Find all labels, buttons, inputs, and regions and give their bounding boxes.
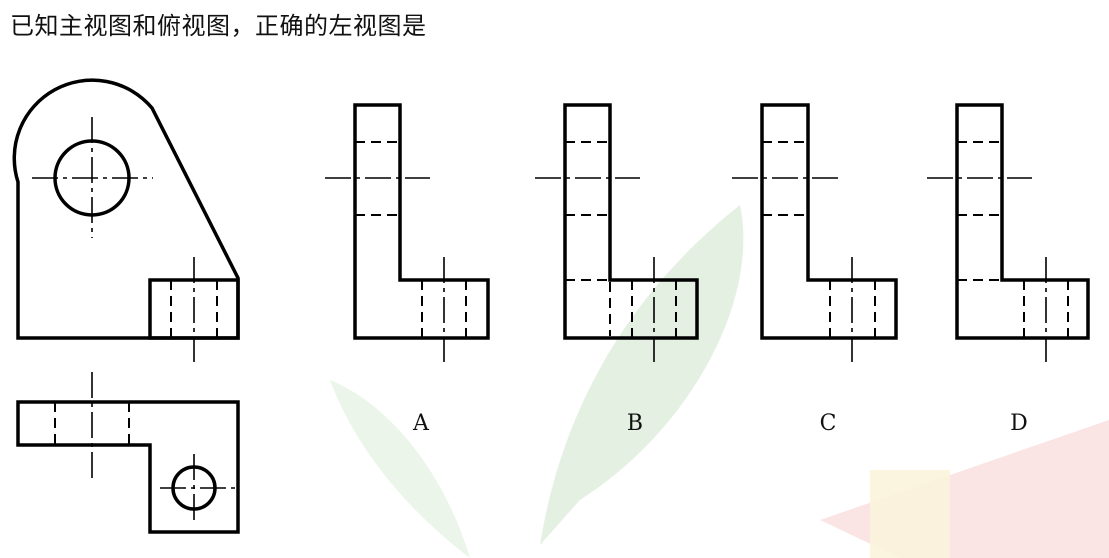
option-d-drawing	[927, 103, 1090, 362]
option-c-drawing	[732, 103, 898, 362]
front-view	[12, 78, 240, 362]
option-d-label[interactable]: D	[1010, 411, 1028, 436]
option-b-label[interactable]: B	[627, 411, 643, 436]
figure-canvas: A B C D	[12, 78, 1109, 558]
watermark-yellow-shape	[870, 470, 950, 558]
option-a-drawing	[325, 103, 490, 362]
watermark-leaf	[540, 205, 744, 545]
watermark	[330, 205, 1109, 558]
option-c-label[interactable]: C	[820, 411, 837, 436]
option-a-label[interactable]: A	[412, 411, 430, 436]
watermark-red-shape	[820, 420, 1109, 558]
top-view	[16, 372, 240, 534]
watermark-leaf-2	[330, 380, 470, 558]
